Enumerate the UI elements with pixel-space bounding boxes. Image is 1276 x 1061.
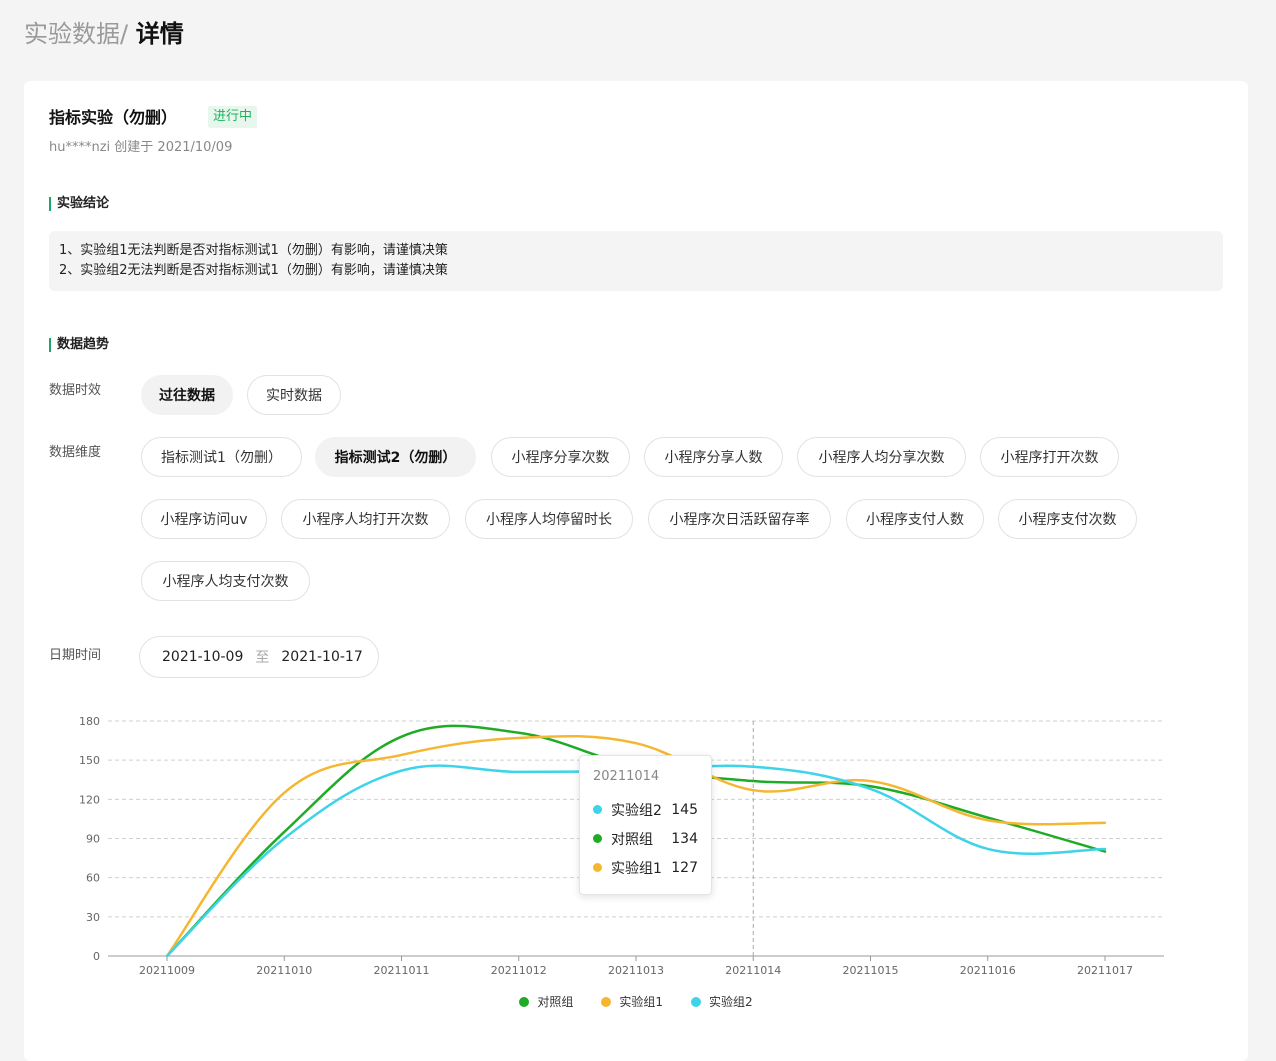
dimension-option[interactable]: 小程序支付次数	[998, 499, 1137, 539]
tooltip-row: 实验组1 127	[593, 853, 698, 882]
timeliness-label: 数据时效	[49, 383, 102, 398]
x-tick-label: 20211013	[608, 964, 664, 977]
y-tick-label: 120	[79, 793, 100, 806]
tooltip-dot	[593, 805, 602, 814]
tooltip-series-name: 实验组2	[611, 802, 662, 819]
conclusion-box: 1、实验组1无法判断是否对指标测试1（勿删）有影响，请谨慎决策 2、实验组2无法…	[49, 231, 1223, 291]
legend-dot	[519, 996, 530, 1007]
legend-label: 实验组1	[619, 995, 663, 1009]
dimension-option[interactable]: 小程序人均支付次数	[141, 561, 310, 601]
y-tick-label: 0	[93, 950, 100, 963]
tooltip-series-name: 对照组	[611, 831, 653, 848]
tooltip-series-name: 实验组1	[611, 860, 662, 877]
tooltip-row: 实验组2 145	[593, 795, 698, 824]
tooltip-value: 145	[671, 801, 698, 818]
page-title: 详情	[135, 20, 184, 48]
tooltip-dot	[593, 834, 602, 843]
tooltip-dot	[593, 863, 602, 872]
dimension-label: 数据维度	[49, 445, 102, 460]
legend-label: 对照组	[537, 995, 574, 1009]
date-label: 日期时间	[49, 648, 102, 663]
dimension-option[interactable]: 小程序人均打开次数	[281, 499, 450, 539]
legend-item[interactable]: 实验组2	[691, 993, 753, 1010]
dimension-option[interactable]: 小程序访问uv	[141, 499, 267, 539]
tooltip-row: 对照组 134	[593, 824, 698, 853]
section-title-conclusion: 实验结论	[49, 197, 109, 211]
conclusion-line: 1、实验组1无法判断是否对指标测试1（勿删）有影响，请谨慎决策	[59, 243, 448, 258]
x-tick-label: 20211015	[843, 964, 899, 977]
section-title-trend: 数据趋势	[49, 338, 109, 352]
y-tick-label: 60	[86, 872, 100, 885]
dimension-option[interactable]: 小程序支付人数	[846, 499, 984, 539]
conclusion-line: 2、实验组2无法判断是否对指标测试1（勿删）有影响，请谨慎决策	[59, 263, 448, 278]
experiment-meta: hu****nzi 创建于 2021/10/09	[49, 140, 233, 155]
legend-dot	[601, 996, 612, 1007]
dimension-option[interactable]: 小程序分享人数	[644, 437, 783, 477]
date-start[interactable]: 2021-10-09	[162, 649, 243, 665]
y-tick-label: 30	[86, 911, 100, 924]
x-tick-label: 20211009	[139, 964, 195, 977]
date-end[interactable]: 2021-10-17	[281, 649, 362, 665]
legend-dot	[691, 996, 701, 1007]
x-tick-label: 20211014	[725, 964, 781, 977]
y-tick-label: 180	[79, 715, 100, 728]
x-tick-label: 20211016	[960, 964, 1016, 977]
chart-tooltip: 20211014 实验组2 145 对照组 134 实验组1 127	[579, 755, 712, 895]
legend-item[interactable]: 对照组	[519, 993, 573, 1010]
experiment-title: 指标实验（勿删）	[49, 108, 178, 127]
legend-item[interactable]: 实验组1	[601, 993, 663, 1010]
dimension-option[interactable]: 小程序分享次数	[491, 437, 630, 477]
detail-card: 指标实验（勿删） 进行中 hu****nzi 创建于 2021/10/09 实验…	[24, 81, 1248, 1061]
dimension-option[interactable]: 小程序人均分享次数	[797, 437, 966, 477]
legend-label: 实验组2	[709, 995, 753, 1009]
date-range-picker[interactable]: 2021-10-09 至 2021-10-17	[139, 636, 379, 678]
date-separator: 至	[255, 650, 270, 666]
timeliness-option-past[interactable]: 过往数据	[141, 375, 233, 415]
status-badge: 进行中	[208, 106, 258, 128]
timeliness-option-realtime[interactable]: 实时数据	[247, 375, 341, 415]
x-tick-label: 20211011	[374, 964, 430, 977]
chart-legend: 对照组 实验组1 实验组2	[24, 993, 1248, 1010]
dimension-option[interactable]: 小程序次日活跃留存率	[648, 499, 831, 539]
dimension-option[interactable]: 小程序人均停留时长	[465, 499, 633, 539]
breadcrumb-parent[interactable]: 实验数据/	[24, 20, 128, 48]
tooltip-value: 134	[671, 830, 698, 847]
tooltip-value: 127	[671, 859, 698, 876]
dimension-option[interactable]: 指标测试2（勿删）	[315, 437, 476, 477]
x-tick-label: 20211012	[491, 964, 547, 977]
y-tick-label: 90	[86, 833, 100, 846]
breadcrumb: 实验数据/ 详情	[24, 18, 184, 50]
dimension-option[interactable]: 指标测试1（勿删）	[141, 437, 302, 477]
x-tick-label: 20211010	[256, 964, 312, 977]
y-tick-label: 150	[79, 754, 100, 767]
x-tick-label: 20211017	[1077, 964, 1133, 977]
dimension-option[interactable]: 小程序打开次数	[980, 437, 1119, 477]
tooltip-title: 20211014	[593, 769, 660, 784]
